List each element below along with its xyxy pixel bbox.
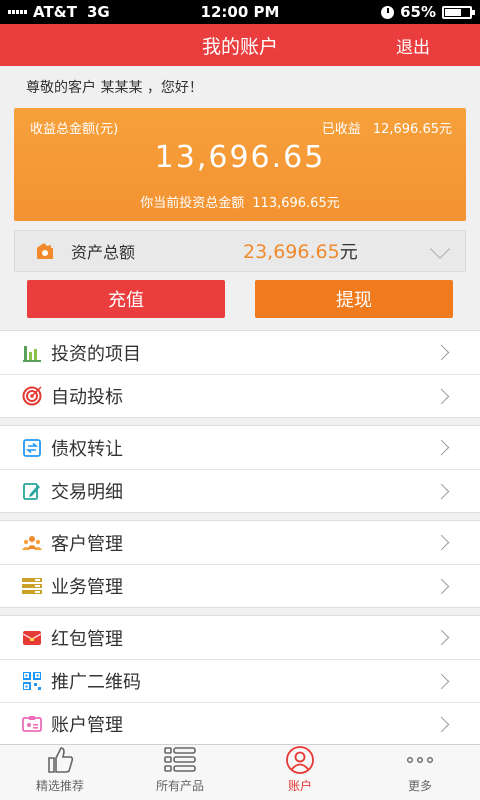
assets-value: 23,696.65元 [243, 238, 358, 264]
menu-label: 投资的项目 [51, 343, 141, 365]
earnings-received-amount: 12,696.65元 [372, 122, 452, 137]
tab-account[interactable]: 账户 [240, 745, 360, 800]
earnings-received-label: 已收益 [321, 122, 361, 137]
page-title: 我的账户 [201, 35, 278, 58]
menu-label: 账户管理 [51, 715, 123, 736]
tab-label: 更多 [407, 779, 432, 793]
chevron-right-icon [433, 716, 450, 733]
people-icon [22, 533, 42, 553]
menu-item-business-management[interactable]: 业务管理 [0, 564, 480, 607]
tab-all-products[interactable]: 所有产品 [120, 745, 240, 800]
menu-item-auto-bid[interactable]: 自动投标 [0, 374, 480, 417]
wallet-icon [35, 242, 55, 260]
menu-label: 债权转让 [51, 438, 123, 460]
account-card-icon [22, 714, 42, 734]
earnings-card: 收益总金额(元) 已收益 12,696.65元 13,696.65 你当前投资总金… [14, 108, 466, 221]
chevron-right-icon [433, 534, 450, 551]
status-bar: AT&T 3G 12:00 PM 65% [0, 0, 480, 24]
chevron-right-icon [433, 483, 450, 500]
menu-group-transactions: 债权转让 交易明细 [0, 425, 480, 513]
menu-item-transaction-details[interactable]: 交易明细 [0, 469, 480, 512]
transfer-icon [22, 438, 42, 458]
thumbs-up-icon [45, 746, 75, 774]
tab-featured[interactable]: 精选推荐 [0, 745, 120, 800]
red-envelope-icon [22, 628, 42, 648]
assets-bar[interactable]: 资产总额 23,696.65元 [14, 230, 466, 272]
bar-chart-icon [22, 343, 42, 363]
menu-group-account: 红包管理 推广二维码 账户管理 [0, 615, 480, 746]
chevron-down-icon[interactable] [430, 239, 450, 259]
assets-amount: 23,696.65 [243, 241, 340, 263]
assets-label: 资产总额 [71, 243, 136, 262]
menu-item-qr-code[interactable]: 推广二维码 [0, 659, 480, 702]
chevron-right-icon [433, 629, 450, 646]
qr-code-icon [22, 671, 42, 691]
nav-bar: 我的账户 退出 [0, 24, 480, 66]
withdraw-button[interactable]: 提现 [255, 280, 453, 318]
menu-group-investment: 投资的项目 自动投标 [0, 330, 480, 418]
investment-total: 你当前投资总金额 113,696.65元 [14, 192, 466, 211]
menu-label: 客户管理 [51, 533, 123, 555]
menu-group-business: 客户管理 业务管理 [0, 520, 480, 608]
menu-label: 自动投标 [51, 387, 123, 408]
earnings-total-amount: 13,696.65 [154, 140, 326, 175]
menu-item-debt-transfer[interactable]: 债权转让 [0, 426, 480, 469]
network-label: 3G [87, 3, 110, 21]
recharge-button[interactable]: 充值 [27, 280, 225, 318]
menu-item-customer-management[interactable]: 客户管理 [0, 521, 480, 564]
tab-label: 精选推荐 [35, 779, 84, 793]
greeting-text: 尊敬的客户 某某某 ，您好！ [26, 80, 203, 96]
carrier-label: AT&T [33, 3, 77, 21]
tab-bar: 精选推荐 所有产品 账户 更多 [0, 744, 480, 800]
menu-label: 红包管理 [51, 628, 123, 650]
battery-percent: 65% [400, 3, 436, 21]
menu-label: 交易明细 [51, 482, 123, 503]
investment-label: 你当前投资总金额 [140, 196, 245, 211]
menu-label: 推广二维码 [51, 672, 141, 693]
chevron-right-icon [433, 388, 450, 405]
menu-label: 业务管理 [51, 577, 123, 598]
menu-item-investments[interactable]: 投资的项目 [0, 331, 480, 374]
more-dots-icon [405, 746, 435, 774]
earnings-received: 已收益 12,696.65元 [322, 118, 452, 137]
assets-unit: 元 [339, 242, 358, 263]
alarm-icon [381, 5, 395, 19]
chevron-right-icon [433, 673, 450, 690]
earnings-total-label: 收益总金额(元) [30, 122, 119, 137]
list-bullets-icon [164, 746, 196, 774]
tab-more[interactable]: 更多 [360, 745, 480, 800]
chevron-right-icon [433, 439, 450, 456]
chevron-right-icon [433, 344, 450, 361]
investment-amount: 113,696.65元 [252, 196, 340, 211]
battery-icon [442, 5, 475, 19]
menu-item-account-management[interactable]: 账户管理 [0, 702, 480, 745]
target-icon [22, 386, 42, 406]
signal-icon [8, 10, 27, 14]
tab-label: 账户 [287, 779, 312, 793]
chevron-right-icon [433, 578, 450, 595]
menu-list: 投资的项目 自动投标 债权转让 交易明细 客户管理 业务管理 红包管理 推广二维… [0, 330, 480, 746]
user-icon [285, 746, 315, 774]
menu-item-red-envelope[interactable]: 红包管理 [0, 616, 480, 659]
logout-button[interactable]: 退出 [396, 33, 430, 58]
list-icon [22, 576, 42, 596]
edit-icon [22, 481, 42, 501]
tab-label: 所有产品 [155, 779, 204, 793]
